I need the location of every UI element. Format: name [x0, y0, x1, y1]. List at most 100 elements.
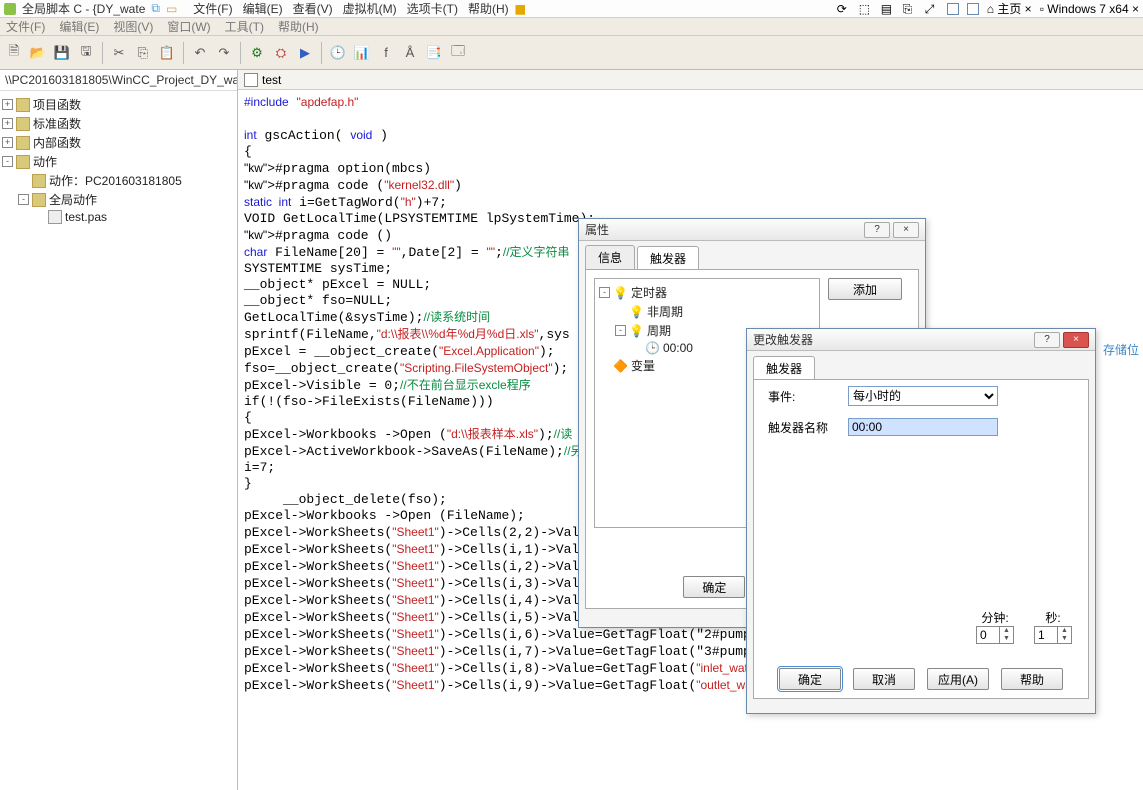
tree-folder[interactable]: +内部函数 [2, 133, 235, 152]
minute-label: 分钟: [976, 609, 1014, 626]
tool-icon[interactable]: f [378, 45, 394, 61]
trigger-tree-item[interactable]: 💡 非周期 [599, 302, 815, 321]
menu2-edit[interactable]: 编辑(E) [59, 18, 99, 35]
tree-folder[interactable]: +项目函数 [2, 95, 235, 114]
new-icon[interactable]: 🗎 [6, 45, 22, 61]
menu-help[interactable]: 帮助(H) [468, 0, 509, 17]
help-button[interactable]: ? [1034, 332, 1060, 348]
file-icon [48, 210, 62, 224]
save-icon[interactable]: 💾 [54, 45, 70, 61]
toolbar-icon[interactable]: ⎘ [903, 2, 917, 16]
tree-folder[interactable]: -动作 [2, 152, 235, 171]
project-tree: +项目函数+标准函数+内部函数-动作动作：PC201603181805-全局动作… [0, 91, 237, 229]
toolbar-icon[interactable]: ⬚ [859, 2, 873, 16]
tool-icon[interactable]: 🕒 [330, 45, 346, 61]
menu-edit[interactable]: 编辑(E) [243, 0, 283, 17]
trigger-name-input[interactable] [848, 418, 998, 436]
restore-icon[interactable]: ⧉ [151, 1, 160, 16]
dialog-title: 属性 [585, 221, 609, 238]
sidebar: \\PC201603181805\WinCC_Project_DY_water_… [0, 70, 238, 790]
home-tab[interactable]: ⌂ 主页 × [987, 0, 1032, 17]
menu2-tools[interactable]: 工具(T) [225, 18, 264, 35]
toolbar-icon[interactable]: ⤢ [925, 2, 939, 16]
tree-icon: 💡 [629, 324, 644, 338]
editor-tab-label[interactable]: test [262, 73, 281, 87]
tool-icon[interactable]: Å [402, 45, 418, 61]
redo-icon[interactable]: ↷ [216, 45, 232, 61]
ok-button[interactable]: 确定 [683, 576, 745, 598]
menu2-file[interactable]: 文件(F) [6, 18, 45, 35]
dialog-title: 更改触发器 [753, 331, 813, 348]
vm-tab[interactable]: ▫ Windows 7 x64 × [1040, 2, 1139, 16]
vm-menu: 文件(F) 编辑(E) 查看(V) 虚拟机(M) 选项卡(T) 帮助(H) [193, 0, 508, 17]
app-icon [4, 3, 16, 15]
pause-icon[interactable]: ▮▮ [515, 2, 524, 16]
folder-icon [32, 174, 46, 188]
cut-icon[interactable]: ✂ [111, 45, 127, 61]
tree-icon: 💡 [613, 286, 628, 300]
close-button[interactable]: × [893, 222, 919, 238]
undo-icon[interactable]: ↶ [192, 45, 208, 61]
menu-view[interactable]: 查看(V) [293, 0, 333, 17]
toolbar-icon[interactable]: ▤ [881, 2, 895, 16]
menu-file[interactable]: 文件(F) [193, 0, 232, 17]
copy-icon[interactable]: ⎘ [135, 45, 151, 61]
ok-button[interactable]: 确定 [779, 668, 841, 690]
trigger-name-label: 触发器名称 [768, 419, 838, 436]
open-icon[interactable]: 📂 [30, 45, 46, 61]
paste-icon[interactable]: 📋 [159, 45, 175, 61]
tool-icon[interactable]: 📑 [426, 45, 442, 61]
change-trigger-dialog: 更改触发器 ? × 触发器 事件: 每小时的 触发器名称 分钟: ▲▼ [746, 328, 1096, 714]
editor-tabbar: test [238, 70, 1143, 90]
tree-folder[interactable]: -全局动作 [2, 190, 235, 209]
menu2-help[interactable]: 帮助(H) [278, 18, 319, 35]
trigger-tree-item[interactable]: -💡 定时器 [599, 283, 815, 302]
help-button[interactable]: 帮助 [1001, 668, 1063, 690]
saveall-icon[interactable]: 🖫 [78, 45, 94, 61]
event-combo[interactable]: 每小时的 [848, 386, 998, 406]
tool-icon[interactable]: 📊 [354, 45, 370, 61]
vm-topbar: 全局脚本 C - {DY_wate ⧉ ▭ 文件(F) 编辑(E) 查看(V) … [0, 0, 1143, 18]
cancel-button[interactable]: 取消 [853, 668, 915, 690]
close-button[interactable]: × [1063, 332, 1089, 348]
tree-folder[interactable]: +标准函数 [2, 114, 235, 133]
tool-icon[interactable]: 🗔 [450, 45, 466, 61]
app-toolbar: 🗎 📂 💾 🖫 ✂ ⎘ 📋 ↶ ↷ ⚙ ⛭ ▶ 🕒 📊 f Å 📑 🗔 [0, 36, 1143, 70]
folder-icon [16, 136, 30, 150]
minute-spin[interactable]: ▲▼ [976, 626, 1014, 644]
event-label: 事件: [768, 388, 838, 405]
tree-icon: 💡 [629, 305, 644, 319]
tab-info[interactable]: 信息 [585, 245, 635, 269]
app-menubar: 文件(F) 编辑(E) 视图(V) 窗口(W) 工具(T) 帮助(H) [0, 18, 1143, 36]
toolbar-icon[interactable] [967, 3, 979, 15]
menu-tabs[interactable]: 选项卡(T) [407, 0, 458, 17]
run-icon[interactable]: ▶ [297, 45, 313, 61]
tree-folder[interactable]: 动作：PC201603181805 [2, 171, 235, 190]
second-spin[interactable]: ▲▼ [1034, 626, 1072, 644]
tab-trigger[interactable]: 触发器 [753, 356, 815, 380]
document-icon [244, 73, 258, 87]
app-title: 全局脚本 C - {DY_wate [22, 0, 145, 17]
store-hint: 存储位 [1103, 341, 1139, 358]
folder-icon[interactable]: ▭ [166, 2, 177, 16]
second-label: 秒: [1034, 609, 1072, 626]
toolbar-icon[interactable] [947, 3, 959, 15]
apply-button[interactable]: 应用(A) [927, 668, 989, 690]
compile-icon[interactable]: ⚙ [249, 45, 265, 61]
add-button[interactable]: 添加 [828, 278, 902, 300]
project-path: \\PC201603181805\WinCC_Project_DY_water_ [0, 70, 237, 91]
folder-icon [16, 155, 30, 169]
tab-trigger[interactable]: 触发器 [637, 246, 699, 270]
tree-icon: 🔶 [613, 359, 628, 373]
help-button[interactable]: ? [864, 222, 890, 238]
folder-icon [16, 117, 30, 131]
folder-icon [16, 98, 30, 112]
toolbar-icon[interactable]: ⟳ [837, 2, 851, 16]
menu2-view[interactable]: 视图(V) [113, 18, 153, 35]
tree-icon: 🕒 [645, 341, 660, 355]
build-icon[interactable]: ⛭ [273, 45, 289, 61]
folder-icon [32, 193, 46, 207]
menu-vm[interactable]: 虚拟机(M) [343, 0, 397, 17]
tree-file[interactable]: test.pas [2, 209, 235, 225]
menu2-window[interactable]: 窗口(W) [167, 18, 210, 35]
